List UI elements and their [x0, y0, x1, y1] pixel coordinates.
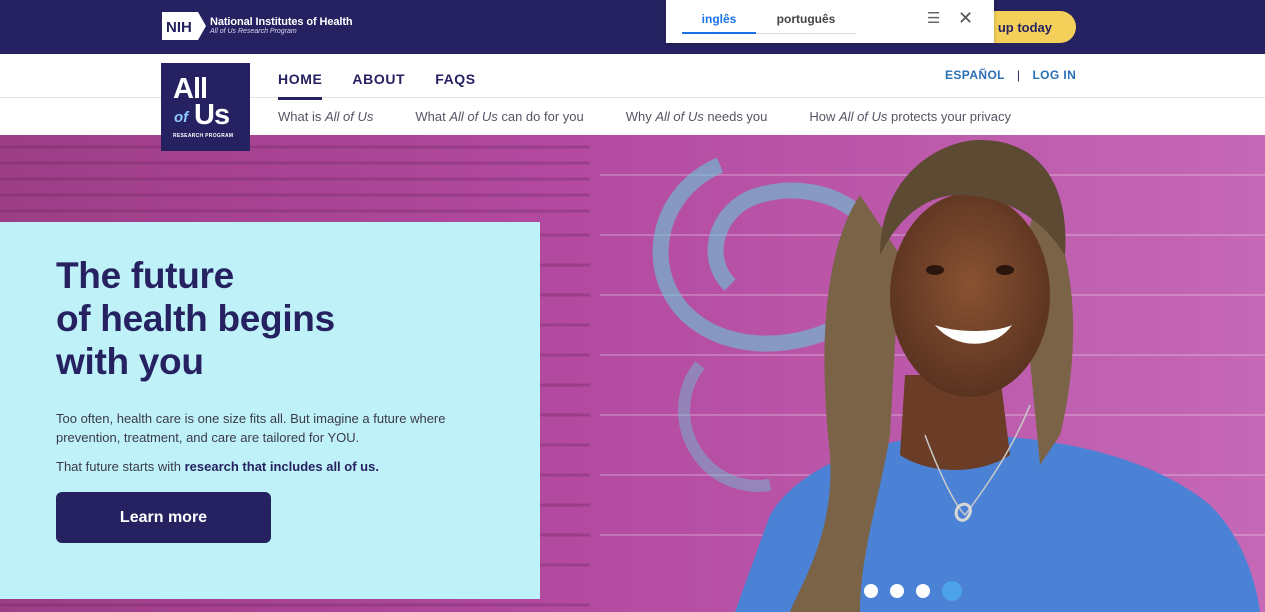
hero-paragraph: Too often, health care is one size fits …	[56, 411, 446, 445]
login-link[interactable]: LOG IN	[1032, 68, 1076, 82]
carousel-dots	[864, 581, 962, 601]
subnav-privacy[interactable]: How All of Us protects your privacy	[809, 109, 1011, 124]
translate-menu-icon[interactable]: ☰	[927, 11, 940, 26]
nih-top-bar: NIH National Institutes of Health All of…	[0, 0, 1265, 54]
carousel-dot[interactable]	[916, 584, 930, 598]
logo-of: of	[174, 109, 189, 126]
subnav-what-is[interactable]: What is All of Us	[278, 109, 373, 124]
translate-tab-portuguese[interactable]: português	[756, 12, 856, 34]
sub-nav: What is All of Us What All of Us can do …	[278, 109, 1011, 124]
nih-logo[interactable]: NIH National Institutes of Health All of…	[162, 12, 353, 40]
nav-faqs[interactable]: FAQS	[435, 71, 476, 100]
learn-more-button[interactable]: Learn more	[56, 492, 271, 543]
nih-logo-mark: NIH	[162, 12, 206, 40]
all-of-us-logo[interactable]: All of Us RESEARCH PROGRAM	[161, 63, 250, 151]
hero-title-line-2: of health begins	[56, 298, 335, 339]
espanol-link[interactable]: ESPAÑOL	[945, 68, 1005, 82]
nih-logo-text: NIH	[166, 19, 192, 36]
carousel-dot-active[interactable]	[942, 581, 962, 601]
hero-title: The future of health begins with you	[56, 254, 476, 383]
translate-tab-english[interactable]: inglês	[682, 12, 756, 34]
utility-nav: ESPAÑOL | LOG IN	[945, 68, 1076, 82]
hero-title-line-3: with you	[56, 341, 204, 382]
hero-card: The future of health begins with you Too…	[0, 222, 540, 599]
carousel-dot[interactable]	[864, 584, 878, 598]
subnav-why-needs-you[interactable]: Why All of Us needs you	[626, 109, 768, 124]
hero-tagline: That future starts with research that in…	[56, 459, 379, 474]
main-nav: HOME ABOUT FAQS	[278, 71, 506, 100]
translate-popup: inglês português ☰ ✕	[666, 0, 994, 43]
logo-us: Us	[194, 99, 230, 131]
subnav-what-can-do[interactable]: What All of Us can do for you	[415, 109, 583, 124]
nih-subtitle: All of Us Research Program	[210, 28, 297, 36]
carousel-dot[interactable]	[890, 584, 904, 598]
utility-separator: |	[1016, 68, 1021, 82]
close-icon[interactable]: ✕	[958, 9, 973, 27]
nav-about[interactable]: ABOUT	[352, 71, 405, 100]
nav-home[interactable]: HOME	[278, 71, 323, 100]
nih-title: National Institutes of Health	[210, 15, 353, 28]
logo-research-program: RESEARCH PROGRAM	[173, 133, 234, 139]
hero-section: The future of health begins with you Too…	[0, 135, 1265, 612]
hero-title-line-1: The future	[56, 255, 234, 296]
